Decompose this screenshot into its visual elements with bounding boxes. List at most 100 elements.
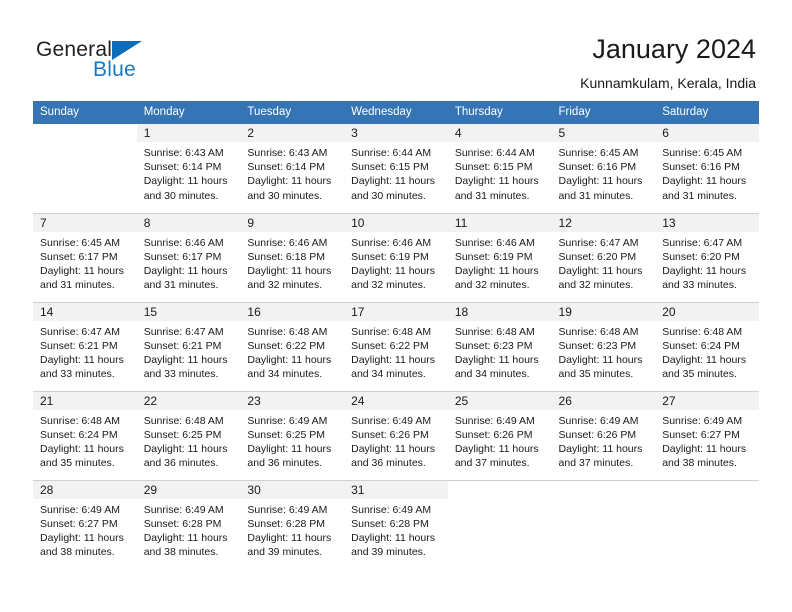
- daylight-text-line2: and 34 minutes.: [454, 368, 530, 381]
- calendar-day-cell[interactable]: 16 Sunrise: 6:48 AM Sunset: 6:22 PM Dayligh…: [240, 301, 345, 391]
- calendar-week-row: 21 Sunrise: 6:48 AM Sunset: 6:24 PM Dayligh…: [33, 390, 759, 480]
- calendar-day-cell[interactable]: 15 Sunrise: 6:47 AM Sunset: 6:21 PM Dayligh…: [136, 301, 241, 391]
- daylight-text-line1: Daylight: 11 hours: [662, 264, 747, 277]
- sunset-text: Sunset: 6:20 PM: [662, 250, 740, 263]
- sunset-text: Sunset: 6:19 PM: [351, 250, 429, 263]
- daylight-text-line1: Daylight: 11 hours: [247, 353, 332, 366]
- day-details: Sunrise: 6:49 AM Sunset: 6:26 PM Daylight:…: [552, 410, 656, 471]
- weekday-header-monday: Monday: [136, 101, 241, 124]
- calendar-day-cell[interactable]: 27 Sunrise: 6:49 AM Sunset: 6:27 PM Dayligh…: [655, 390, 759, 480]
- sunset-text: Sunset: 6:24 PM: [662, 339, 740, 352]
- daylight-text-line2: and 31 minutes.: [558, 189, 634, 202]
- calendar-day-cell[interactable]: 26 Sunrise: 6:49 AM Sunset: 6:26 PM Dayligh…: [551, 390, 656, 480]
- daylight-text-line1: Daylight: 11 hours: [454, 353, 539, 366]
- daylight-text-line2: and 33 minutes.: [662, 279, 737, 292]
- calendar-day-cell[interactable]: 14 Sunrise: 6:47 AM Sunset: 6:21 PM Dayligh…: [33, 301, 137, 391]
- calendar-day-cell[interactable]: 11 Sunrise: 6:46 AM Sunset: 6:19 PM Dayligh…: [447, 212, 552, 302]
- sunrise-text: Sunrise: 6:47 AM: [40, 325, 120, 338]
- day-number: 25: [447, 391, 552, 410]
- calendar-day-cell[interactable]: 17 Sunrise: 6:48 AM Sunset: 6:22 PM Dayligh…: [344, 301, 448, 391]
- sunrise-text: Sunrise: 6:46 AM: [351, 236, 432, 249]
- calendar-day-cell[interactable]: 7 Sunrise: 6:45 AM Sunset: 6:17 PM Daylight…: [33, 212, 137, 302]
- calendar-day-cell[interactable]: 10 Sunrise: 6:46 AM Sunset: 6:19 PM Dayligh…: [344, 212, 448, 302]
- calendar-day-cell[interactable]: 1 Sunrise: 6:43 AM Sunset: 6:14 PM Daylight…: [136, 124, 241, 213]
- calendar-day-cell[interactable]: 19 Sunrise: 6:48 AM Sunset: 6:23 PM Dayligh…: [551, 301, 656, 391]
- day-number: 3: [344, 124, 448, 142]
- calendar-day-cell[interactable]: 29 Sunrise: 6:49 AM Sunset: 6:28 PM Dayligh…: [136, 479, 241, 569]
- day-number: 9: [240, 213, 345, 232]
- sunrise-text: Sunrise: 6:43 AM: [247, 147, 328, 159]
- day-details: Sunrise: 6:49 AM Sunset: 6:28 PM Daylight:…: [240, 499, 344, 560]
- calendar-day-cell[interactable]: 30 Sunrise: 6:49 AM Sunset: 6:28 PM Dayligh…: [240, 479, 345, 569]
- daylight-text-line2: and 38 minutes.: [143, 546, 219, 559]
- daylight-text-line1: Daylight: 11 hours: [40, 442, 124, 455]
- day-number: 13: [655, 213, 759, 232]
- sunrise-text: Sunrise: 6:44 AM: [351, 147, 432, 159]
- sunset-text: Sunset: 6:25 PM: [247, 428, 326, 441]
- daylight-text-line2: and 32 minutes.: [351, 279, 426, 292]
- calendar-day-cell[interactable]: 3 Sunrise: 6:44 AM Sunset: 6:15 PM Daylight…: [344, 124, 448, 213]
- calendar-cell-empty: [551, 479, 656, 569]
- sunset-text: Sunset: 6:24 PM: [40, 428, 118, 441]
- daylight-text-line2: and 31 minutes.: [40, 279, 115, 292]
- daylight-text-line1: Daylight: 11 hours: [454, 175, 539, 188]
- day-number: 2: [240, 124, 345, 142]
- day-number: 19: [551, 302, 656, 321]
- calendar-day-cell[interactable]: 25 Sunrise: 6:49 AM Sunset: 6:26 PM Dayligh…: [447, 390, 552, 480]
- weekday-header-wednesday: Wednesday: [344, 101, 448, 124]
- day-number: 8: [136, 213, 241, 232]
- calendar-day-cell[interactable]: 4 Sunrise: 6:44 AM Sunset: 6:15 PM Daylight…: [447, 124, 552, 213]
- day-number: 6: [655, 124, 759, 142]
- calendar-day-cell[interactable]: 8 Sunrise: 6:46 AM Sunset: 6:17 PM Daylight…: [136, 212, 241, 302]
- sunset-text: Sunset: 6:15 PM: [351, 161, 429, 174]
- day-details: Sunrise: 6:48 AM Sunset: 6:22 PM Daylight:…: [344, 321, 448, 382]
- sunrise-text: Sunrise: 6:49 AM: [662, 414, 743, 427]
- daylight-text-line2: and 36 minutes.: [143, 457, 219, 470]
- calendar-day-cell[interactable]: 24 Sunrise: 6:49 AM Sunset: 6:26 PM Dayligh…: [344, 390, 448, 480]
- calendar-day-cell[interactable]: 13 Sunrise: 6:47 AM Sunset: 6:20 PM Dayligh…: [655, 212, 759, 302]
- daylight-text-line1: Daylight: 11 hours: [247, 175, 332, 188]
- logo-text-blue: Blue: [93, 58, 136, 81]
- weekday-header-thursday: Thursday: [447, 101, 552, 124]
- calendar-day-cell[interactable]: 21 Sunrise: 6:48 AM Sunset: 6:24 PM Dayligh…: [33, 390, 137, 480]
- sunset-text: Sunset: 6:16 PM: [558, 161, 637, 174]
- calendar-table: Sunday Monday Tuesday Wednesday Thursday…: [33, 101, 759, 569]
- daylight-text-line1: Daylight: 11 hours: [143, 264, 228, 277]
- day-number: 24: [344, 391, 448, 410]
- calendar-cell-empty: [447, 479, 552, 569]
- calendar-body: 1 Sunrise: 6:43 AM Sunset: 6:14 PM Daylight…: [33, 124, 759, 569]
- generalblue-logo[interactable]: General Blue: [36, 38, 216, 86]
- calendar-day-cell[interactable]: 20 Sunrise: 6:48 AM Sunset: 6:24 PM Dayligh…: [655, 301, 759, 391]
- calendar-day-cell[interactable]: 31 Sunrise: 6:49 AM Sunset: 6:28 PM Dayligh…: [344, 479, 448, 569]
- calendar-day-cell[interactable]: 23 Sunrise: 6:49 AM Sunset: 6:25 PM Dayligh…: [240, 390, 345, 480]
- calendar-day-cell[interactable]: 22 Sunrise: 6:48 AM Sunset: 6:25 PM Dayligh…: [136, 390, 241, 480]
- daylight-text-line2: and 39 minutes.: [351, 546, 426, 559]
- day-details: Sunrise: 6:45 AM Sunset: 6:16 PM Daylight:…: [552, 142, 656, 203]
- day-details: Sunrise: 6:48 AM Sunset: 6:24 PM Daylight:…: [33, 410, 137, 471]
- calendar-day-cell[interactable]: 12 Sunrise: 6:47 AM Sunset: 6:20 PM Dayligh…: [551, 212, 656, 302]
- calendar-day-cell[interactable]: 6 Sunrise: 6:45 AM Sunset: 6:16 PM Daylight…: [655, 124, 759, 213]
- calendar-day-cell[interactable]: 2 Sunrise: 6:43 AM Sunset: 6:14 PM Daylight…: [240, 124, 345, 213]
- daylight-text-line2: and 33 minutes.: [40, 368, 115, 381]
- day-number: 5: [551, 124, 656, 142]
- calendar-page: General Blue January 2024 Kunnamkulam, K…: [0, 0, 792, 612]
- daylight-text-line1: Daylight: 11 hours: [351, 175, 435, 188]
- calendar-day-cell[interactable]: 28 Sunrise: 6:49 AM Sunset: 6:27 PM Dayligh…: [33, 479, 137, 569]
- sunset-text: Sunset: 6:23 PM: [558, 339, 637, 352]
- sunrise-text: Sunrise: 6:47 AM: [662, 236, 743, 249]
- sunrise-text: Sunrise: 6:45 AM: [662, 147, 743, 159]
- calendar-day-cell[interactable]: 5 Sunrise: 6:45 AM Sunset: 6:16 PM Daylight…: [551, 124, 656, 213]
- sunset-text: Sunset: 6:20 PM: [558, 250, 637, 263]
- sunset-text: Sunset: 6:21 PM: [40, 339, 118, 352]
- day-details: Sunrise: 6:43 AM Sunset: 6:14 PM Daylight:…: [137, 142, 241, 203]
- day-details: Sunrise: 6:48 AM Sunset: 6:23 PM Daylight:…: [552, 321, 656, 382]
- sunrise-text: Sunrise: 6:49 AM: [454, 414, 535, 427]
- sunrise-text: Sunrise: 6:46 AM: [454, 236, 535, 249]
- day-details: Sunrise: 6:48 AM Sunset: 6:25 PM Daylight:…: [137, 410, 241, 471]
- day-number: 1: [136, 124, 241, 142]
- calendar-week-row: 28 Sunrise: 6:49 AM Sunset: 6:27 PM Dayligh…: [33, 479, 759, 569]
- daylight-text-line1: Daylight: 11 hours: [351, 531, 435, 544]
- daylight-text-line2: and 31 minutes.: [454, 189, 530, 202]
- calendar-day-cell[interactable]: 9 Sunrise: 6:46 AM Sunset: 6:18 PM Daylight…: [240, 212, 345, 302]
- calendar-day-cell[interactable]: 18 Sunrise: 6:48 AM Sunset: 6:23 PM Dayligh…: [447, 301, 552, 391]
